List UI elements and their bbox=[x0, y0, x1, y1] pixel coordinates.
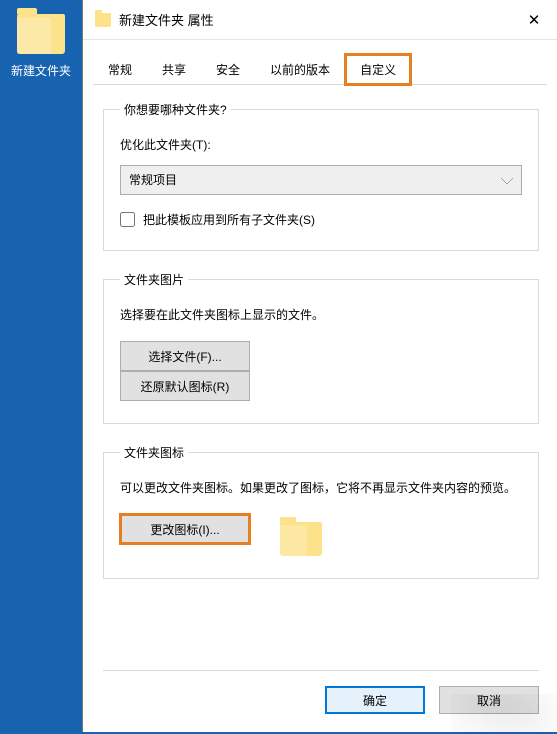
desktop-folder-label: 新建文件夹 bbox=[6, 62, 76, 79]
choose-file-button[interactable]: 选择文件(F)... bbox=[120, 341, 250, 371]
dialog-footer: 确定 取消 bbox=[83, 674, 557, 732]
apply-template-checkbox[interactable] bbox=[120, 212, 135, 227]
folder-icon-preview bbox=[280, 522, 322, 556]
section-folder-picture-legend: 文件夹图片 bbox=[120, 271, 188, 288]
section-folder-type-legend: 你想要哪种文件夹? bbox=[120, 101, 231, 118]
dialog-title: 新建文件夹 属性 bbox=[119, 10, 214, 29]
apply-template-label: 把此模板应用到所有子文件夹(S) bbox=[143, 211, 315, 228]
desktop-folder-shortcut[interactable]: 新建文件夹 bbox=[6, 14, 76, 79]
folder-picture-description: 选择要在此文件夹图标上显示的文件。 bbox=[120, 306, 522, 325]
tab-sharing[interactable]: 共享 bbox=[147, 54, 201, 85]
optimize-label: 优化此文件夹(T): bbox=[120, 136, 522, 153]
restore-default-icon-button[interactable]: 还原默认图标(R) bbox=[120, 371, 250, 401]
folder-icon bbox=[17, 14, 65, 54]
tab-content-customize: 你想要哪种文件夹? 优化此文件夹(T): 常规项目 把此模板应用到所有子文件夹(… bbox=[83, 85, 557, 674]
close-icon: ✕ bbox=[528, 11, 541, 29]
ok-button[interactable]: 确定 bbox=[325, 686, 425, 714]
apply-template-row[interactable]: 把此模板应用到所有子文件夹(S) bbox=[120, 211, 522, 228]
section-folder-type: 你想要哪种文件夹? 优化此文件夹(T): 常规项目 把此模板应用到所有子文件夹(… bbox=[103, 101, 539, 251]
tab-strip: 常规 共享 安全 以前的版本 自定义 bbox=[83, 40, 557, 85]
tab-security[interactable]: 安全 bbox=[201, 54, 255, 85]
section-folder-icon: 文件夹图标 可以更改文件夹图标。如果更改了图标，它将不再显示文件夹内容的预览。 … bbox=[103, 444, 539, 579]
optimize-dropdown[interactable]: 常规项目 bbox=[120, 165, 522, 195]
tab-customize[interactable]: 自定义 bbox=[345, 54, 411, 85]
properties-dialog: 新建文件夹 属性 ✕ 常规 共享 安全 以前的版本 自定义 你想要哪种文件夹? … bbox=[82, 0, 557, 732]
section-folder-icon-legend: 文件夹图标 bbox=[120, 444, 188, 461]
change-icon-button[interactable]: 更改图标(I)... bbox=[120, 514, 250, 544]
tab-general[interactable]: 常规 bbox=[93, 54, 147, 85]
section-folder-picture: 文件夹图片 选择要在此文件夹图标上显示的文件。 选择文件(F)... 还原默认图… bbox=[103, 271, 539, 424]
folder-icon-description: 可以更改文件夹图标。如果更改了图标，它将不再显示文件夹内容的预览。 bbox=[120, 479, 522, 498]
cancel-button[interactable]: 取消 bbox=[439, 686, 539, 714]
close-button[interactable]: ✕ bbox=[511, 0, 557, 40]
titlebar: 新建文件夹 属性 ✕ bbox=[83, 0, 557, 40]
titlebar-folder-icon bbox=[95, 13, 111, 27]
tab-previous-versions[interactable]: 以前的版本 bbox=[255, 54, 345, 85]
